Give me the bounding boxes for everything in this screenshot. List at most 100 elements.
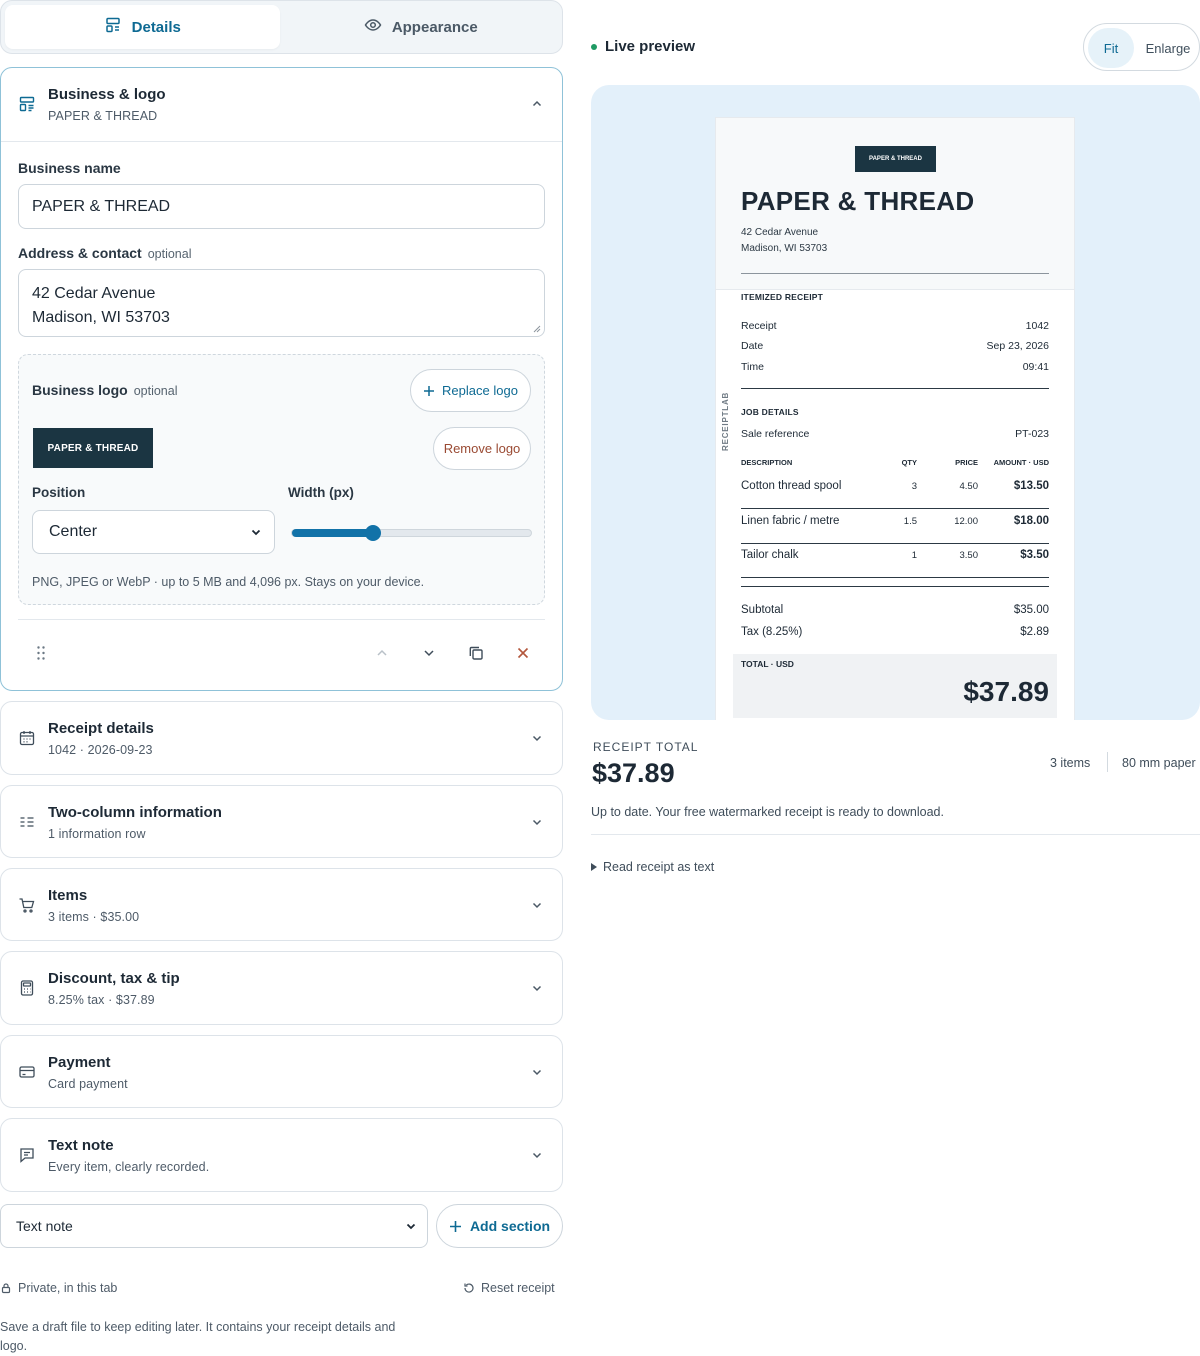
live-preview-text: Live preview xyxy=(605,38,696,55)
position-select[interactable]: Center xyxy=(32,510,275,554)
section-subtitle: 3 items · $35.00 xyxy=(48,910,140,924)
chevron-down-icon[interactable] xyxy=(530,981,544,995)
move-up-icon[interactable] xyxy=(373,644,391,662)
item-price: 4.50 xyxy=(959,481,979,492)
layout-icon xyxy=(18,95,36,113)
business-name-input[interactable]: PAPER & THREAD xyxy=(18,184,545,229)
receipt-total-label: RECEIPT TOTAL xyxy=(593,740,699,754)
optional-tag: optional xyxy=(147,247,192,261)
duplicate-icon[interactable] xyxy=(467,644,485,662)
meta-value: 09:41 xyxy=(1022,361,1049,373)
address-line-2: Madison, WI 53703 xyxy=(32,309,170,326)
receipt-logo: PAPER & THREAD xyxy=(855,146,936,172)
receipt-address-line-2: Madison, WI 53703 xyxy=(741,243,828,254)
section-subtitle: Every item, clearly recorded. xyxy=(48,1160,210,1174)
address-textarea[interactable]: 42 Cedar Avenue Madison, WI 53703 xyxy=(18,269,545,337)
chevron-down-icon[interactable] xyxy=(530,1065,544,1079)
meta-separator xyxy=(1107,752,1108,772)
reset-receipt-button[interactable]: Reset receipt xyxy=(463,1281,555,1295)
section-title: Business & logo xyxy=(48,86,166,103)
payment-section[interactable]: Payment Card payment xyxy=(0,1035,563,1108)
receipt-caption: ITEMIZED RECEIPT xyxy=(741,292,824,302)
chevron-down-icon xyxy=(406,1223,416,1230)
receipt-rule xyxy=(741,543,1049,544)
lock-icon xyxy=(1,1283,11,1294)
position-select-value: Center xyxy=(49,523,98,540)
item-description: Tailor chalk xyxy=(741,549,799,561)
section-type-select[interactable]: Text note xyxy=(0,1204,428,1248)
receipt-total: $37.89 xyxy=(963,676,1049,707)
receipt-details-section[interactable]: Receipt details 1042 · 2026-09-23 xyxy=(0,701,563,775)
receipt-meta-row: Date Sep 23, 2026 xyxy=(741,340,1049,352)
add-section-button[interactable]: Add section xyxy=(436,1204,563,1248)
chevron-down-icon[interactable] xyxy=(530,1148,544,1162)
chevron-down-icon[interactable] xyxy=(530,731,544,745)
move-down-icon[interactable] xyxy=(420,644,438,662)
item-qty: 1.5 xyxy=(903,516,917,527)
section-divider xyxy=(1,141,562,142)
sale-ref-label: Sale reference xyxy=(741,428,810,440)
address-line-1: 42 Cedar Avenue xyxy=(32,285,156,302)
fit-button[interactable]: Fit xyxy=(1088,28,1134,68)
discount-tax-tip-section[interactable]: Discount, tax & tip 8.25% tax · $37.89 xyxy=(0,951,563,1025)
chevron-down-icon[interactable] xyxy=(530,815,544,829)
drag-handle-icon[interactable] xyxy=(32,644,50,662)
logo-hint: PNG, JPEG or WebP · up to 5 MB and 4,096… xyxy=(32,575,425,589)
chevron-down-icon[interactable] xyxy=(530,898,544,912)
privacy-note: Private, in this tab xyxy=(0,1281,117,1295)
resize-handle-icon[interactable] xyxy=(533,325,541,333)
item-amount: $3.50 xyxy=(1020,549,1049,561)
section-title: Items xyxy=(48,887,88,904)
delete-icon[interactable] xyxy=(514,644,532,662)
logo-panel: Business logo optional Replace logo PAPER… xyxy=(18,354,545,605)
meta-label: Time xyxy=(741,361,764,373)
section-title: Receipt details xyxy=(48,720,154,737)
tab-appearance[interactable]: Appearance xyxy=(284,5,559,49)
tab-details-label: Details xyxy=(131,18,181,36)
meta-label: Receipt xyxy=(741,320,777,332)
width-slider[interactable] xyxy=(291,525,532,541)
calendar-icon xyxy=(18,729,36,747)
receipt-address-line-1: 42 Cedar Avenue xyxy=(741,227,819,238)
enlarge-button[interactable]: Enlarge xyxy=(1140,28,1196,68)
add-section-label: Add section xyxy=(469,1218,551,1234)
tab-details[interactable]: Details xyxy=(5,5,280,49)
width-slider-thumb[interactable] xyxy=(365,525,382,541)
chevron-up-icon[interactable] xyxy=(530,97,544,111)
status-message: Up to date. Your free watermarked receip… xyxy=(591,805,944,819)
receipt-rule xyxy=(741,273,1049,274)
layout-icon xyxy=(104,16,122,38)
reset-icon xyxy=(464,1283,474,1293)
sale-reference-row: Sale reference PT-023 xyxy=(741,428,1049,440)
replace-logo-button[interactable]: Replace logo xyxy=(410,369,531,412)
meta-value: 1042 xyxy=(1025,320,1049,332)
items-count: 3 items xyxy=(1050,756,1091,770)
width-slider-fill xyxy=(292,529,374,537)
logo-preview: PAPER & THREAD xyxy=(33,428,153,468)
editor-tabs: Details Appearance xyxy=(0,0,563,54)
remove-logo-button[interactable]: Remove logo xyxy=(433,427,531,470)
zoom-toggle: Fit Enlarge xyxy=(1083,23,1200,71)
item-qty: 1 xyxy=(911,550,917,561)
subtotal-label: Subtotal xyxy=(741,604,784,616)
two-column-section[interactable]: Two-column information 1 information row xyxy=(0,785,563,858)
eye-icon xyxy=(364,16,382,38)
plus-icon xyxy=(424,385,435,396)
item-price: 3.50 xyxy=(959,550,979,561)
business-logo-header[interactable]: Business & logo PAPER & THREAD xyxy=(1,68,562,140)
tax-label: Tax (8.25%) xyxy=(741,626,803,638)
section-title: Two-column information xyxy=(48,804,222,821)
section-subtitle: 8.25% tax · $37.89 xyxy=(48,993,155,1007)
receipt-paper: PAPER & THREAD PAPER & THREAD 42 Cedar A… xyxy=(715,117,1075,720)
reset-label: Reset receipt xyxy=(481,1281,555,1295)
paper-size: 80 mm paper xyxy=(1122,756,1196,770)
business-name-label: Business name xyxy=(18,160,121,176)
items-section[interactable]: Items 3 items · $35.00 xyxy=(0,868,563,941)
plus-icon xyxy=(449,1220,461,1232)
item-qty: 3 xyxy=(911,481,917,492)
disclosure-triangle-icon xyxy=(591,863,597,871)
read-as-text-toggle[interactable]: Read receipt as text xyxy=(591,860,714,874)
privacy-text: Private, in this tab xyxy=(18,1281,118,1295)
text-note-section[interactable]: Text note Every item, clearly recorded. xyxy=(0,1118,563,1192)
receipt-watermark: RECEIPTLAB xyxy=(721,391,730,451)
